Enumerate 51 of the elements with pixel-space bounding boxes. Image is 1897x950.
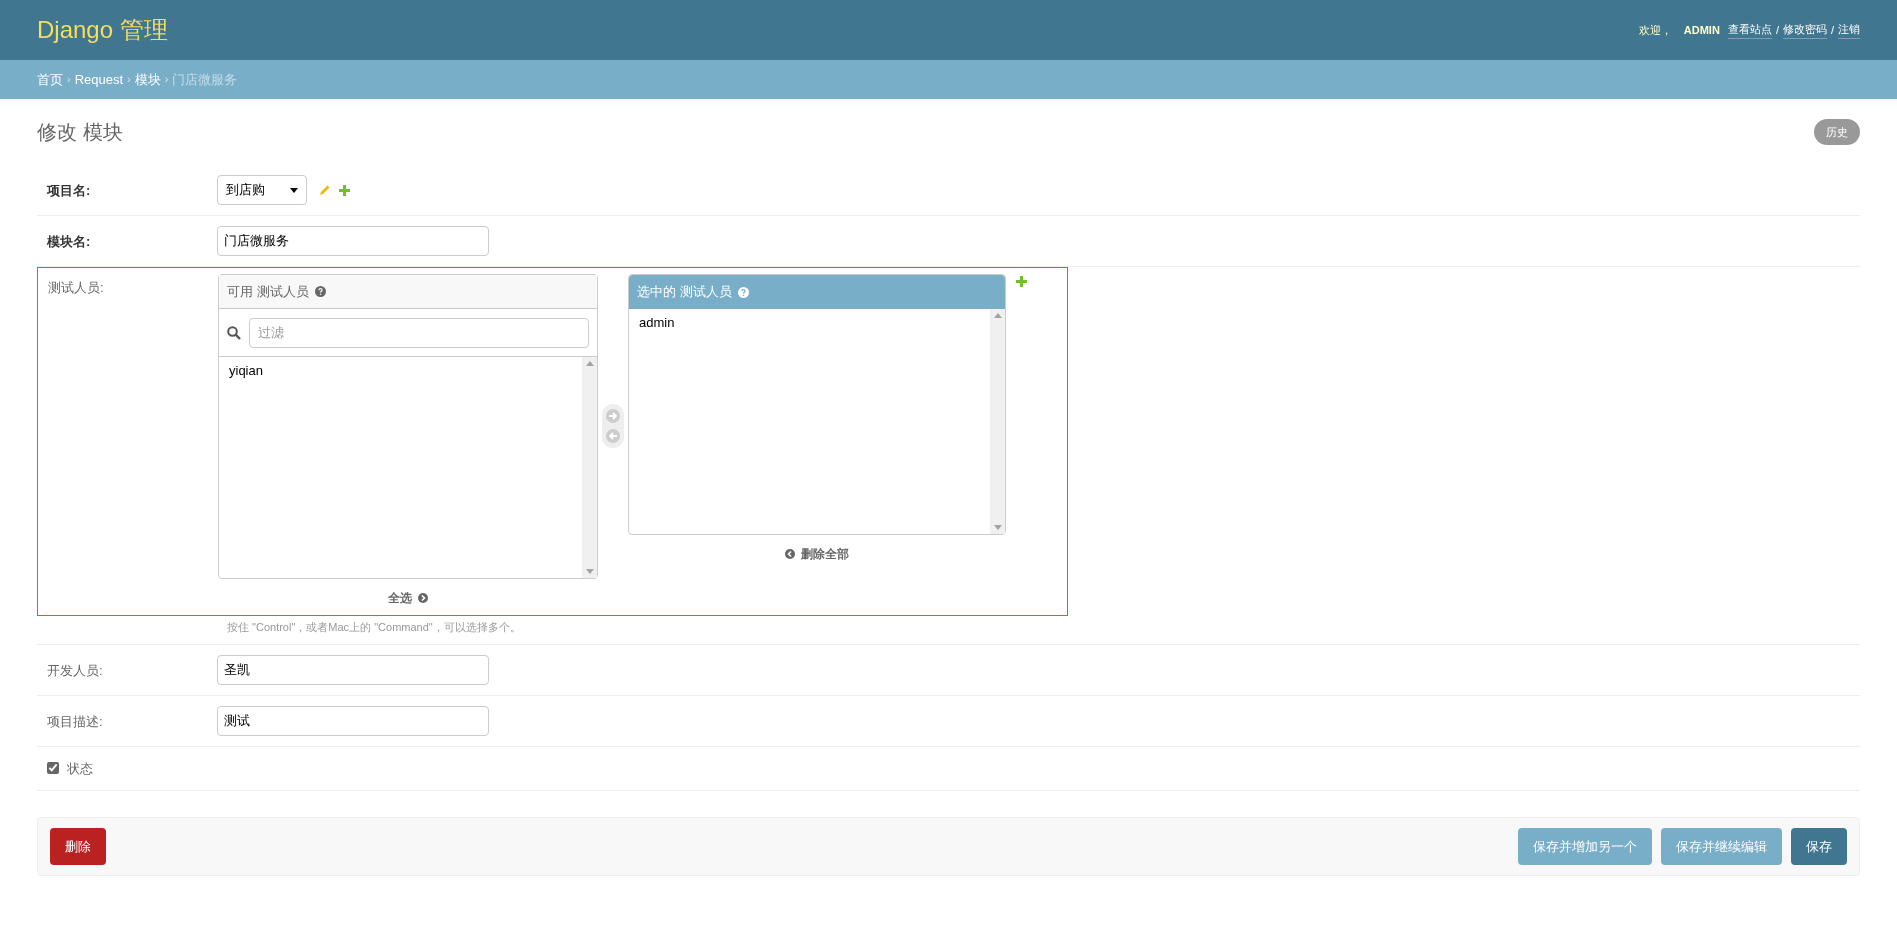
choose-all-link[interactable]: 全选 xyxy=(388,589,428,607)
arrow-right-icon xyxy=(418,593,428,603)
header-link[interactable]: 注销 xyxy=(1838,21,1860,39)
add-icon xyxy=(1016,276,1027,287)
field-label: 项目描述: xyxy=(47,712,104,731)
breadcrumb-separator: › xyxy=(67,72,71,88)
scrollbar[interactable] xyxy=(582,357,597,578)
field-label: 模块名: xyxy=(47,233,92,251)
field-label: 开发人员: xyxy=(47,661,104,680)
welcome-text: 欢迎， xyxy=(1638,22,1672,38)
site-title[interactable]: Django 管理 xyxy=(37,12,168,48)
scroll-up-icon xyxy=(585,361,594,366)
breadcrumb-separator: › xyxy=(164,72,169,88)
filter-field[interactable]: 过滤 xyxy=(249,317,589,348)
text-input-field[interactable]: 圣凯 xyxy=(217,654,489,685)
scroll-up-icon xyxy=(993,313,1002,318)
checkbox[interactable] xyxy=(47,762,59,775)
help-icon xyxy=(314,286,326,297)
remove-all-link[interactable]: 删除全部 xyxy=(785,545,849,563)
dropdown-caret-icon xyxy=(290,187,298,193)
text-input-field[interactable]: 门店微服务 xyxy=(217,226,489,256)
arrow-right-icon xyxy=(605,408,621,424)
scroll-down-icon xyxy=(585,569,594,574)
scrollbar[interactable] xyxy=(990,309,1005,534)
help-text: 按住 "Control"，或者Mac上的 "Command"，可以选择多个。 xyxy=(227,620,522,635)
header-link[interactable]: 修改密码 xyxy=(1782,21,1827,39)
pencil-icon xyxy=(319,184,331,196)
checkbox-label: 状态 xyxy=(67,759,93,778)
help-icon xyxy=(737,286,749,298)
list-option[interactable]: admin xyxy=(629,312,990,334)
text-input-field[interactable]: 测试 xyxy=(217,705,489,736)
search-icon xyxy=(227,325,241,340)
history-button[interactable]: 历史 xyxy=(1814,118,1860,146)
page-title: 修改 模块 xyxy=(37,120,123,145)
scroll-down-icon xyxy=(993,525,1002,530)
breadcrumb-separator: › xyxy=(127,72,131,88)
arrow-left-icon xyxy=(605,428,621,444)
header-link[interactable]: 查看站点 xyxy=(1727,21,1772,39)
user-name: ADMIN xyxy=(1683,22,1720,38)
field-label: 测试人员: xyxy=(48,279,105,297)
separator-text: / xyxy=(1775,22,1779,38)
save-button[interactable]: 保存 xyxy=(1791,827,1847,866)
add-icon xyxy=(339,184,350,196)
panel-title: 选中的 测试人员 xyxy=(637,283,732,302)
arrow-left-icon xyxy=(785,549,795,559)
delete-button[interactable]: 删除 xyxy=(50,827,106,866)
list-option[interactable]: yiqian xyxy=(219,360,582,382)
panel-title: 可用 测试人员 xyxy=(227,282,309,301)
field-label: 项目名: xyxy=(47,182,92,200)
separator-text: / xyxy=(1830,22,1834,38)
select-field[interactable]: 到店购 xyxy=(217,175,307,205)
